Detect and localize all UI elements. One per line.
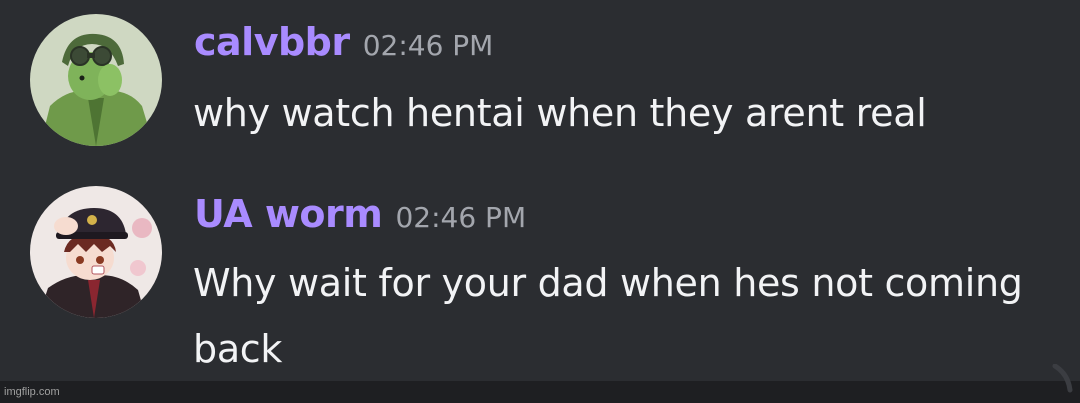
bottom-bar (0, 381, 1080, 403)
chat-message: calvbbr 02:46 PM why watch hentai when t… (0, 14, 1080, 164)
timestamp: 02:46 PM (362, 29, 494, 62)
soldier-avatar-icon (30, 14, 162, 146)
chevron-icon (1052, 364, 1073, 393)
watermark: imgflip.com (4, 386, 60, 398)
message-text: Why wait for your dad when hes not comin… (193, 261, 1023, 371)
message-header: UA worm 02:46 PM (194, 192, 526, 236)
user-avatar[interactable] (30, 14, 162, 146)
user-avatar[interactable] (30, 186, 162, 318)
message-text: why watch hentai when they arent real (193, 91, 927, 135)
timestamp: 02:46 PM (395, 201, 527, 234)
chat-message: UA worm 02:46 PM Why wait for your dad w… (0, 186, 1080, 376)
username[interactable]: UA worm (194, 192, 383, 236)
message-header: calvbbr 02:46 PM (194, 20, 493, 64)
username[interactable]: calvbbr (194, 20, 350, 64)
anime-boy-avatar-icon (30, 186, 162, 318)
